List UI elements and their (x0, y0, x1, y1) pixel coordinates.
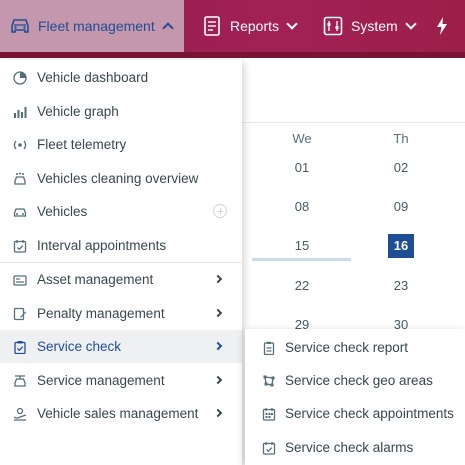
calendar-day[interactable]: 09 (351, 199, 451, 214)
menu-item-label: Service check (37, 339, 122, 354)
menu-item-service-check[interactable]: Service check (0, 330, 242, 363)
menu-item-label: Vehicles cleaning overview (37, 171, 199, 186)
menu-item-penalty-management[interactable]: Penalty management (0, 297, 242, 330)
menu-item-label: Vehicles (37, 204, 88, 219)
nav-fleet-label: Fleet management (38, 18, 155, 34)
menu-item-vehicle-graph[interactable]: Vehicle graph (0, 95, 242, 128)
submenu-item-service-check-appointments[interactable]: Service check appointments (245, 397, 465, 430)
quick-actions[interactable] (432, 0, 452, 52)
telemetry-icon (12, 137, 28, 153)
menu-item-fleet-telemetry[interactable]: Fleet telemetry (0, 128, 242, 161)
car-icon (8, 14, 32, 38)
nav-system-label: System (351, 18, 398, 34)
calendar-header-we: We (292, 131, 312, 146)
calendar-day[interactable]: 01 (252, 160, 352, 175)
submenu-item-label: Service check alarms (285, 440, 414, 455)
nav-reports[interactable]: Reports (198, 0, 308, 52)
clipboard-check-icon (12, 339, 28, 355)
menu-item-vehicles[interactable]: Vehicles (0, 195, 242, 228)
selected-day-badge: 16 (388, 234, 414, 258)
chevron-down-icon (286, 18, 298, 30)
menu-item-asset-management[interactable]: Asset management (0, 263, 242, 296)
calendar-check-icon (12, 238, 28, 254)
calendar-day[interactable]: 15 (252, 238, 352, 253)
menu-item-service-management[interactable]: Service management (0, 364, 242, 397)
menu-item-label: Penalty management (37, 306, 165, 321)
service-check-submenu: Service check report Service check geo a… (245, 329, 465, 465)
penalty-icon (12, 306, 28, 322)
nav-system[interactable]: System (319, 0, 419, 52)
submenu-item-label: Service check report (285, 340, 409, 355)
nav-fleet-management[interactable]: Fleet management (0, 0, 184, 52)
calendar-day[interactable]: 22 (252, 278, 352, 293)
calendar-day[interactable]: 23 (351, 278, 451, 293)
menu-item-label: Interval appointments (37, 238, 167, 253)
calendar-header-th: Th (393, 131, 409, 146)
menu-item-label: Service management (37, 373, 165, 388)
lightning-icon (436, 17, 448, 35)
calendar-day-selected[interactable]: 16 (351, 234, 451, 258)
top-navigation-bar: Fleet management Reports System (0, 0, 465, 58)
chevron-right-icon (213, 341, 223, 351)
calendar-icon (261, 406, 277, 422)
chevron-right-icon (213, 308, 223, 318)
graph-icon (12, 104, 28, 120)
chevron-right-icon (213, 375, 223, 385)
submenu-item-service-check-geo-areas[interactable]: Service check geo areas (245, 364, 465, 397)
nav-reports-label: Reports (230, 18, 280, 34)
sales-icon (12, 406, 28, 422)
fleet-management-menu: Vehicle dashboard Vehicle graph Fleet te… (0, 60, 242, 465)
dashboard-icon (12, 70, 28, 86)
alarm-check-icon (261, 440, 277, 456)
add-circle-icon[interactable] (213, 204, 227, 218)
divider (240, 122, 465, 123)
service-icon (12, 373, 28, 389)
week-highlight (252, 258, 351, 261)
settings-icon (321, 14, 345, 38)
menu-item-label: Vehicle sales management (37, 406, 199, 421)
submenu-item-label: Service check appointments (285, 406, 454, 421)
geo-area-icon (261, 373, 277, 389)
calendar-day[interactable]: 02 (351, 160, 451, 175)
submenu-item-label: Service check geo areas (285, 373, 433, 388)
cleaning-icon (12, 171, 28, 187)
submenu-item-service-check-alarms[interactable]: Service check alarms (245, 431, 465, 464)
car-icon (12, 204, 28, 220)
menu-item-label: Asset management (37, 272, 154, 287)
menu-item-vehicles-cleaning[interactable]: Vehicles cleaning overview (0, 162, 242, 195)
chevron-right-icon (213, 274, 223, 284)
asset-icon (12, 272, 28, 288)
menu-item-label: Vehicle graph (37, 104, 119, 119)
menu-item-vehicle-sales-management[interactable]: Vehicle sales management (0, 397, 242, 430)
submenu-item-service-check-report[interactable]: Service check report (245, 331, 465, 364)
menu-item-label: Vehicle dashboard (37, 70, 149, 85)
menu-item-interval-appointments[interactable]: Interval appointments (0, 229, 242, 262)
report-icon (200, 14, 224, 38)
chevron-right-icon (213, 408, 223, 418)
calendar-day[interactable]: 08 (252, 199, 352, 214)
chevron-down-icon (405, 18, 417, 30)
menu-item-vehicle-dashboard[interactable]: Vehicle dashboard (0, 61, 242, 94)
menu-item-label: Fleet telemetry (37, 137, 127, 152)
report-icon (261, 340, 277, 356)
chevron-up-icon (162, 22, 174, 34)
